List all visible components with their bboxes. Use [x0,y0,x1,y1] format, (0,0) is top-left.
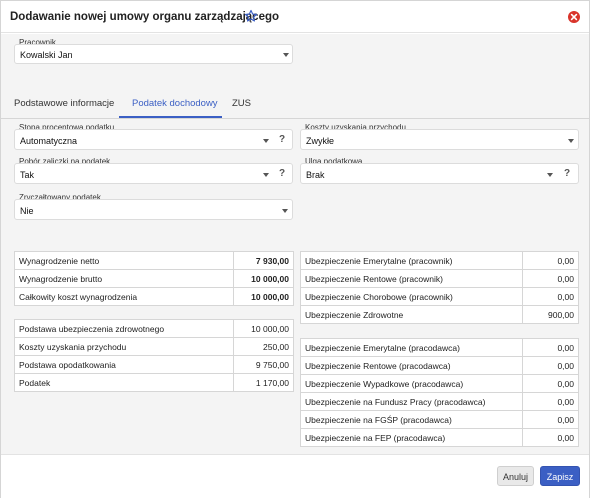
star-icon[interactable] [244,9,258,23]
tab-basic-info[interactable]: Podstawowe informacje [14,98,114,109]
row-value: 0,00 [522,392,579,411]
table-row: Podstawa ubezpieczenia zdrowotnego 10 00… [14,319,294,338]
table-row: Wynagrodzenie netto 7 930,00 [14,251,294,270]
row-label: Ubezpieczenie na FGŚP (pracodawca) [300,410,523,429]
dialog: Dodawanie nowej umowy organu zarządzając… [0,0,590,499]
salary-summary-table: Wynagrodzenie netto 7 930,00 Wynagrodzen… [14,251,294,306]
active-tab-indicator [119,116,222,118]
row-value: 7 930,00 [233,251,294,270]
flat-tax-select[interactable]: Nie [14,199,293,220]
row-value: 10 000,00 [233,269,294,288]
employee-value: Kowalski Jan [20,50,73,60]
tax-rate-value: Automatyczna [20,136,78,146]
relief-value: Brak [306,170,325,180]
tab-zus[interactable]: ZUS [232,98,251,109]
row-value: 10 000,00 [233,287,294,306]
dialog-header: Dodawanie nowej umowy organu zarządzając… [1,1,589,33]
row-label: Ubezpieczenie Zdrowotne [300,305,523,324]
row-label: Całkowity koszt wynagrodzenia [14,287,234,306]
row-value: 0,00 [522,428,579,447]
costs-value: Zwykłe [306,136,335,146]
employee-insurance-table: Ubezpieczenie Emerytalne (pracownik) 0,0… [300,251,579,324]
row-value: 10 000,00 [233,319,294,338]
chevron-down-icon [568,139,574,143]
table-row: Podatek 1 170,00 [14,373,294,392]
row-value: 0,00 [522,356,579,375]
table-row: Ubezpieczenie Emerytalne (pracownik) 0,0… [300,251,579,270]
chevron-down-icon [263,173,269,177]
costs-select[interactable]: Zwykłe [300,129,579,150]
row-value: 0,00 [522,251,579,270]
tab-bar: Podstawowe informacje Podatek dochodowy … [1,91,589,119]
row-value: 0,00 [522,374,579,393]
advance-select[interactable]: Tak ? [14,163,293,184]
chevron-down-icon [282,209,288,213]
tax-rate-select[interactable]: Automatyczna ? [14,129,293,150]
row-label: Ubezpieczenie Chorobowe (pracownik) [300,287,523,306]
table-row: Ubezpieczenie Rentowe (pracodawca) 0,00 [300,356,579,375]
row-label: Ubezpieczenie Wypadkowe (pracodawca) [300,374,523,393]
row-label: Ubezpieczenie Rentowe (pracownik) [300,269,523,288]
relief-select[interactable]: Brak ? [300,163,579,184]
help-icon[interactable]: ? [279,168,285,179]
table-row: Całkowity koszt wynagrodzenia 10 000,00 [14,287,294,306]
employee-select[interactable]: Kowalski Jan [14,44,293,64]
row-value: 9 750,00 [233,355,294,374]
row-label: Ubezpieczenie Emerytalne (pracownik) [300,251,523,270]
save-button[interactable]: Zapisz [540,466,580,486]
row-value: 0,00 [522,287,579,306]
row-value: 0,00 [522,338,579,357]
table-row: Ubezpieczenie na Fundusz Pracy (pracodaw… [300,392,579,411]
row-value: 250,00 [233,337,294,356]
row-value: 900,00 [522,305,579,324]
row-label: Wynagrodzenie brutto [14,269,234,288]
table-row: Wynagrodzenie brutto 10 000,00 [14,269,294,288]
flat-tax-value: Nie [20,206,34,216]
row-label: Ubezpieczenie Emerytalne (pracodawca) [300,338,523,357]
row-label: Wynagrodzenie netto [14,251,234,270]
advance-value: Tak [20,170,35,180]
row-label: Podstawa ubezpieczenia zdrowotnego [14,319,234,338]
row-label: Ubezpieczenie Rentowe (pracodawca) [300,356,523,375]
table-row: Ubezpieczenie Emerytalne (pracodawca) 0,… [300,338,579,357]
dialog-footer: Anuluj Zapisz [1,454,589,499]
tax-base-table: Podstawa ubezpieczenia zdrowotnego 10 00… [14,319,294,392]
chevron-down-icon [547,173,553,177]
table-row: Ubezpieczenie na FEP (pracodawca) 0,00 [300,428,579,447]
help-icon[interactable]: ? [279,134,285,145]
chevron-down-icon [283,53,289,57]
table-row: Ubezpieczenie na FGŚP (pracodawca) 0,00 [300,410,579,429]
table-row: Ubezpieczenie Chorobowe (pracownik) 0,00 [300,287,579,306]
table-row: Ubezpieczenie Rentowe (pracownik) 0,00 [300,269,579,288]
dialog-title: Dodawanie nowej umowy organu zarządzając… [10,11,280,23]
row-label: Podstawa opodatkowania [14,355,234,374]
row-label: Ubezpieczenie na FEP (pracodawca) [300,428,523,447]
help-icon[interactable]: ? [564,168,570,179]
row-value: 0,00 [522,269,579,288]
row-value: 1 170,00 [233,373,294,392]
table-row: Ubezpieczenie Wypadkowe (pracodawca) 0,0… [300,374,579,393]
table-row: Ubezpieczenie Zdrowotne 900,00 [300,305,579,324]
cancel-button[interactable]: Anuluj [497,466,534,486]
close-icon[interactable] [568,11,580,23]
tab-income-tax[interactable]: Podatek dochodowy [132,98,218,109]
chevron-down-icon [263,139,269,143]
row-label: Koszty uzyskania przychodu [14,337,234,356]
dialog-body: Pracownik Kowalski Jan Podstawowe inform… [1,34,589,454]
row-label: Ubezpieczenie na Fundusz Pracy (pracodaw… [300,392,523,411]
table-row: Podstawa opodatkowania 9 750,00 [14,355,294,374]
row-label: Podatek [14,373,234,392]
employer-insurance-table: Ubezpieczenie Emerytalne (pracodawca) 0,… [300,338,579,447]
row-value: 0,00 [522,410,579,429]
table-row: Koszty uzyskania przychodu 250,00 [14,337,294,356]
